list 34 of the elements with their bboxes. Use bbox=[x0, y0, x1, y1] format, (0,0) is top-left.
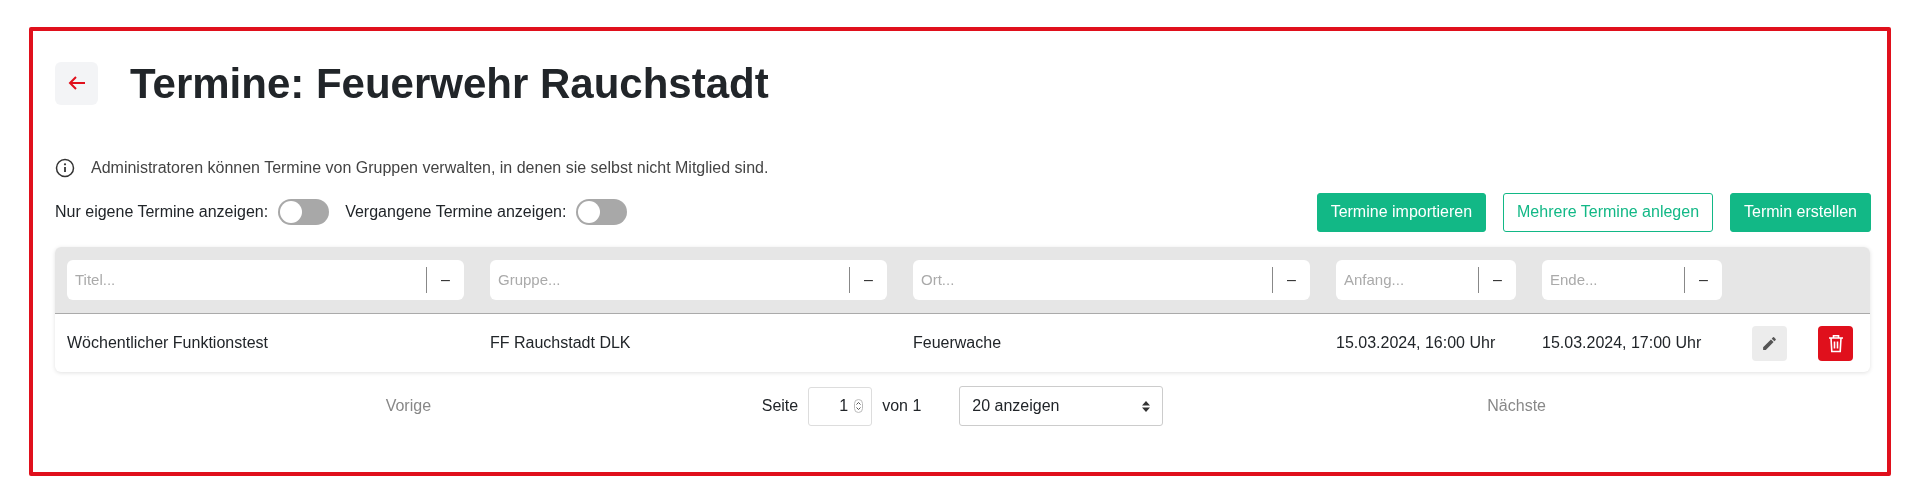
page-number-field[interactable]: 1 bbox=[808, 386, 873, 426]
filter-field[interactable]: Gruppe... – bbox=[490, 260, 887, 300]
filter-field[interactable]: Titel... – bbox=[67, 260, 464, 300]
info-text: Administratoren können Termine von Gruppen verwalten, in denen sie selbst nicht Mitglied sind. bbox=[91, 158, 769, 178]
page-size-select[interactable]: 20 anzeigen bbox=[959, 386, 1164, 426]
edit-button[interactable] bbox=[1752, 325, 1787, 361]
filter-field[interactable]: Ende... – bbox=[1542, 260, 1722, 300]
table-cell-text: FF Rauchstadt DLK bbox=[490, 333, 632, 353]
pencil-icon bbox=[1761, 334, 1778, 352]
info-icon bbox=[55, 158, 75, 178]
table-cell-text: Wöchentlicher Funktionstest bbox=[67, 333, 269, 353]
clear-filter-button[interactable]: – bbox=[850, 268, 887, 292]
page-label: Seite bbox=[761, 396, 799, 416]
table-cell-text: 15.03.2024, 17:00 Uhr bbox=[1542, 333, 1703, 353]
page-title: Termine: Feuerwehr Rauchstadt bbox=[130, 58, 769, 109]
filter-field[interactable]: Anfang... – bbox=[1336, 260, 1516, 300]
table-cell-text: Feuerwache bbox=[913, 333, 1003, 353]
sort-caret-icon bbox=[1142, 400, 1151, 412]
filter-field[interactable]: Ort... – bbox=[913, 260, 1310, 300]
trash-icon bbox=[1827, 333, 1844, 353]
toggle-label: Nur eigene Termine anzeigen: bbox=[55, 202, 269, 222]
clear-filter-button[interactable]: – bbox=[1685, 268, 1722, 292]
delete-button[interactable] bbox=[1818, 325, 1853, 361]
back-arrow-icon bbox=[67, 75, 86, 91]
clear-filter-button[interactable]: – bbox=[427, 268, 464, 292]
clear-filter-button[interactable]: – bbox=[1273, 268, 1310, 292]
toggle-label: Vergangene Termine anzeigen: bbox=[345, 202, 567, 222]
toggle-switch[interactable] bbox=[576, 199, 628, 225]
page-count-label: von 1 bbox=[882, 396, 922, 416]
table-cell-text: 15.03.2024, 16:00 Uhr bbox=[1336, 333, 1497, 353]
back-button[interactable] bbox=[55, 61, 98, 105]
spinner-icon bbox=[854, 399, 864, 413]
clear-filter-button[interactable]: – bbox=[1479, 268, 1516, 292]
toggle-switch[interactable] bbox=[278, 199, 330, 225]
